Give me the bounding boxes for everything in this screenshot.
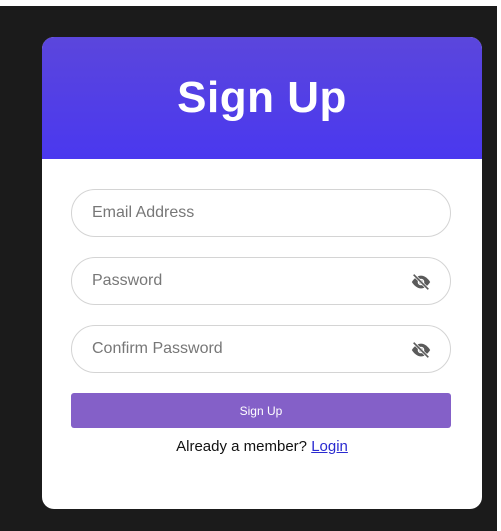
- login-prompt-text: Already a member?: [176, 438, 308, 455]
- confirm-password-field-wrapper: [71, 325, 451, 373]
- eye-slash-icon[interactable]: [410, 340, 432, 360]
- confirm-password-field[interactable]: [72, 326, 450, 372]
- sign-up-button[interactable]: Sign Up: [71, 393, 451, 428]
- right-edge-strip: [497, 0, 501, 531]
- page-title: Sign Up: [177, 73, 347, 122]
- login-prompt: Already a member? Login: [71, 438, 453, 455]
- password-field-wrapper: [71, 257, 451, 305]
- card-header: Sign Up: [42, 37, 482, 159]
- page-background: Sign Up Email Address Sign Up Already a …: [0, 0, 501, 531]
- email-field-wrapper: [71, 189, 451, 237]
- eye-slash-icon[interactable]: [410, 272, 432, 292]
- login-link[interactable]: Login: [311, 438, 348, 455]
- signup-card: Sign Up Email Address Sign Up Already a …: [42, 37, 482, 509]
- signup-form: Sign Up Already a member? Login: [42, 159, 482, 455]
- email-field[interactable]: [72, 190, 450, 236]
- top-edge-strip: [0, 0, 501, 6]
- password-field[interactable]: [72, 258, 450, 304]
